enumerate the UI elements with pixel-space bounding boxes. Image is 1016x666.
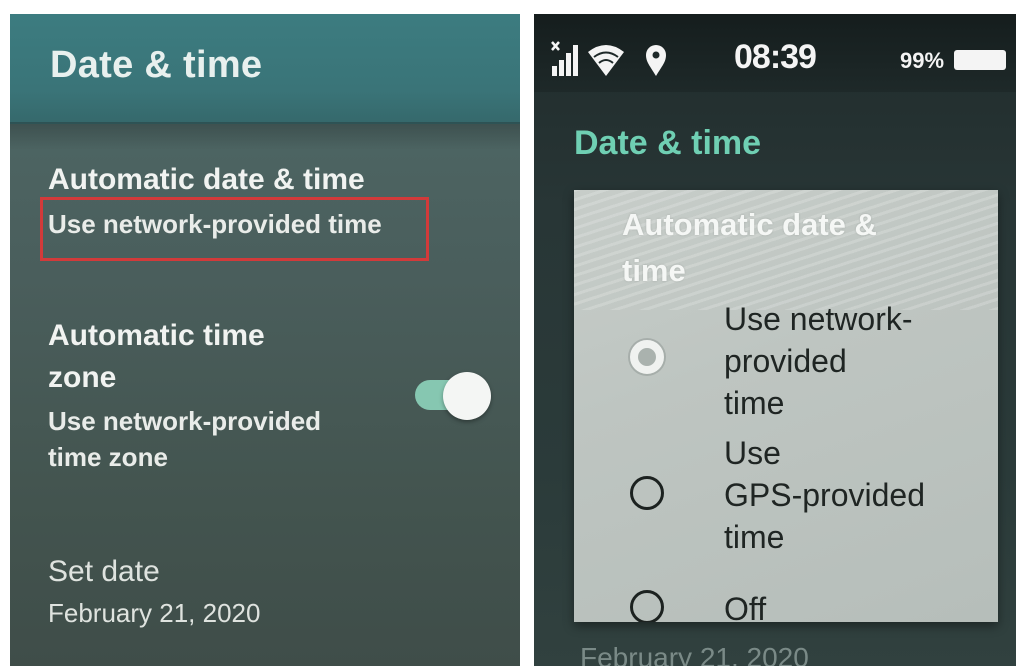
page-title: Date & time (50, 44, 263, 86)
setting-title: Automatic date & time (48, 163, 365, 196)
radio-button-selected[interactable] (630, 340, 664, 374)
dialog-title: Automatic date & time (622, 207, 877, 288)
left-screen: Date & time Automatic date & time Use ne… (10, 14, 520, 666)
radio-button[interactable] (630, 476, 664, 510)
setting-subtitle-line1: Use network-provided (48, 406, 322, 436)
status-time: 08:39 (734, 38, 817, 76)
battery-percent: 99% (900, 48, 945, 73)
automatic-date-time-dialog: Automatic date & time Use network- provi… (574, 190, 998, 622)
battery-icon (954, 50, 1006, 70)
signal-icon (551, 41, 578, 76)
setting-subtitle-line2: time zone (48, 442, 168, 472)
status-bar: 08:39 99% (534, 14, 1016, 92)
setting-value: February 21, 2020 (48, 598, 261, 628)
setting-title-line1: Automatic time (48, 319, 265, 352)
page-title: Date & time (574, 124, 762, 162)
radio-button[interactable] (630, 590, 664, 622)
option-label-line2: provided (724, 343, 847, 379)
option-label-line1: Use network- (724, 301, 913, 337)
toggle-thumb (443, 372, 491, 420)
set-date-value-behind: February 21, 2020 (580, 642, 809, 666)
option-label-line3: time (724, 385, 785, 421)
setting-title-line2: zone (48, 361, 117, 394)
option-label-line3: time (724, 519, 785, 555)
option-label: Off (724, 591, 767, 622)
wifi-icon (588, 45, 624, 76)
right-screen: 08:39 99% Date & time February 21, 2020 … (534, 14, 1016, 666)
setting-title: Set date (48, 555, 160, 588)
option-label-line2: GPS-provided (724, 477, 925, 513)
comparison-image: Date & time Automatic date & time Use ne… (0, 0, 1016, 666)
option-label-line1: Use (724, 435, 781, 471)
location-icon (646, 45, 666, 76)
highlight-annotation-box (40, 197, 429, 261)
